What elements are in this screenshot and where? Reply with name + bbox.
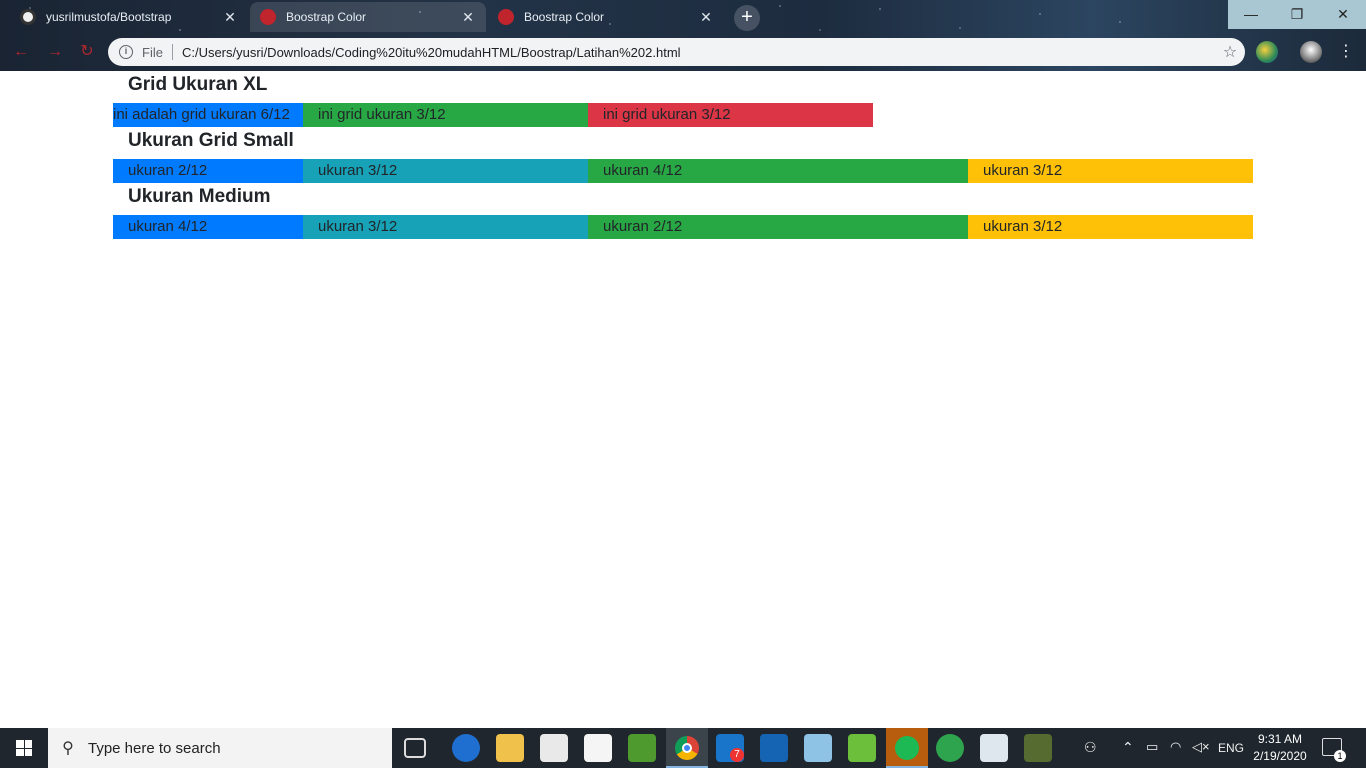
github-icon bbox=[20, 9, 36, 25]
chevron-up-icon[interactable]: ⌃ bbox=[1122, 739, 1134, 756]
section-heading: Grid Ukuran XL bbox=[128, 74, 268, 95]
grid-row: ukuran 4/12 ukuran 3/12 ukuran 2/12 ukur… bbox=[113, 215, 1253, 239]
search-placeholder: Type here to search bbox=[88, 739, 221, 757]
spotify-icon bbox=[895, 736, 919, 760]
reload-icon[interactable]: ↻ bbox=[76, 41, 98, 63]
grid-column: ukuran 2/12 bbox=[588, 215, 968, 239]
search-icon: ⚲ bbox=[62, 740, 74, 757]
tab-label: Boostrap Color bbox=[286, 10, 367, 24]
grid-column: ukuran 4/12 bbox=[113, 215, 303, 239]
taskbar-search[interactable]: ⚲ Type here to search bbox=[48, 728, 392, 768]
game-icon[interactable] bbox=[1024, 734, 1052, 762]
wifi-icon[interactable]: ◠ bbox=[1170, 739, 1181, 755]
tab-bootstrap-color-2[interactable]: Boostrap Color ✕ bbox=[488, 2, 724, 32]
grid-column: ukuran 4/12 bbox=[588, 159, 968, 183]
scheme-label: File bbox=[142, 44, 163, 60]
section-heading: Ukuran Medium bbox=[128, 186, 271, 207]
clock[interactable]: 9:31 AM 2/19/2020 bbox=[1252, 731, 1308, 765]
extension-icon[interactable] bbox=[1256, 41, 1278, 63]
chrome-taskbar-button[interactable] bbox=[666, 728, 708, 768]
grid-row: ukuran 2/12 ukuran 3/12 ukuran 4/12 ukur… bbox=[113, 159, 1253, 183]
profile-avatar[interactable] bbox=[1300, 41, 1322, 63]
spotify-taskbar-button[interactable] bbox=[886, 728, 928, 768]
bootstrap-icon bbox=[260, 9, 276, 25]
tab-github[interactable]: yusrilmustofa/Bootstrap ✕ bbox=[10, 2, 248, 32]
section-grid-medium: Ukuran Medium ukuran 4/12 ukuran 3/12 uk… bbox=[113, 183, 1253, 239]
chrome-icon-center bbox=[682, 743, 692, 753]
grid-column: ini grid ukuran 3/12 bbox=[588, 103, 873, 127]
section-heading: Ukuran Grid Small bbox=[128, 130, 294, 151]
grid-column: ukuran 3/12 bbox=[968, 215, 1253, 239]
taskbar: ⚲ Type here to search 7 ⚇ ⌃ ▭ ◠ ◁× ENG 9… bbox=[0, 728, 1366, 768]
grid-row: ini adalah grid ukuran 6/12 ini grid uku… bbox=[113, 103, 1253, 127]
notepad-icon[interactable] bbox=[628, 734, 656, 762]
close-icon[interactable]: ✕ bbox=[222, 9, 238, 26]
close-window-button[interactable]: ✕ bbox=[1320, 0, 1366, 29]
browser-chrome: yusrilmustofa/Bootstrap ✕ Boostrap Color… bbox=[0, 0, 1366, 71]
address-bar[interactable]: i File C:/Users/yusri/Downloads/Coding%2… bbox=[108, 38, 1245, 66]
forward-icon[interactable]: → bbox=[44, 41, 66, 63]
grid-column: ini grid ukuran 3/12 bbox=[303, 103, 588, 127]
windows-logo-icon bbox=[16, 740, 32, 756]
battery-icon[interactable]: ▭ bbox=[1146, 739, 1158, 755]
atom-icon[interactable] bbox=[936, 734, 964, 762]
app-icon[interactable] bbox=[804, 734, 832, 762]
info-icon[interactable]: i bbox=[119, 45, 133, 59]
start-button[interactable] bbox=[0, 728, 48, 768]
section-grid-small: Ukuran Grid Small ukuran 2/12 ukuran 3/1… bbox=[113, 127, 1253, 183]
time: 9:31 AM bbox=[1257, 732, 1303, 746]
bookmark-star-icon[interactable]: ☆ bbox=[1215, 42, 1245, 62]
tab-label: yusrilmustofa/Bootstrap bbox=[46, 10, 172, 24]
mail-badge: 7 bbox=[730, 748, 744, 762]
visual-studio-icon[interactable] bbox=[584, 734, 612, 762]
grid-column: ukuran 3/12 bbox=[303, 159, 588, 183]
people-icon[interactable]: ⚇ bbox=[1084, 739, 1097, 756]
language-indicator[interactable]: ENG bbox=[1218, 741, 1244, 755]
restore-button[interactable]: ❐ bbox=[1274, 0, 1320, 29]
file-explorer-icon[interactable] bbox=[496, 734, 524, 762]
close-icon[interactable]: ✕ bbox=[460, 9, 476, 26]
divider bbox=[171, 44, 173, 60]
filezilla-icon[interactable] bbox=[760, 734, 788, 762]
back-icon[interactable]: ← bbox=[10, 41, 32, 63]
page-content: Grid Ukuran XL ini adalah grid ukuran 6/… bbox=[0, 71, 1366, 728]
grid-column: ukuran 3/12 bbox=[968, 159, 1253, 183]
store-icon[interactable] bbox=[540, 734, 568, 762]
volume-muted-icon[interactable]: ◁× bbox=[1192, 739, 1210, 755]
app-icon[interactable] bbox=[848, 734, 876, 762]
new-tab-button[interactable]: + bbox=[734, 5, 760, 31]
close-icon[interactable]: ✕ bbox=[698, 9, 714, 26]
mail-icon[interactable]: 7 bbox=[716, 734, 744, 762]
section-grid-xl: Grid Ukuran XL ini adalah grid ukuran 6/… bbox=[113, 71, 1253, 127]
grid-column: ukuran 3/12 bbox=[303, 215, 588, 239]
edge-icon[interactable] bbox=[452, 734, 480, 762]
grid-column: ukuran 2/12 bbox=[113, 159, 303, 183]
tab-label: Boostrap Color bbox=[524, 10, 605, 24]
minimize-button[interactable]: — bbox=[1228, 0, 1274, 29]
notification-badge: 1 bbox=[1334, 750, 1346, 762]
url-text[interactable]: C:/Users/yusri/Downloads/Coding%20itu%20… bbox=[182, 45, 1215, 60]
bootstrap-icon bbox=[498, 9, 514, 25]
date: 2/19/2020 bbox=[1253, 749, 1307, 763]
tab-bootstrap-color-1[interactable]: Boostrap Color ✕ bbox=[250, 2, 486, 32]
grid-column: ini adalah grid ukuran 6/12 bbox=[113, 103, 303, 127]
menu-icon[interactable]: ⋮ bbox=[1338, 41, 1354, 63]
app-icon[interactable] bbox=[980, 734, 1008, 762]
task-view-icon[interactable] bbox=[404, 738, 426, 758]
